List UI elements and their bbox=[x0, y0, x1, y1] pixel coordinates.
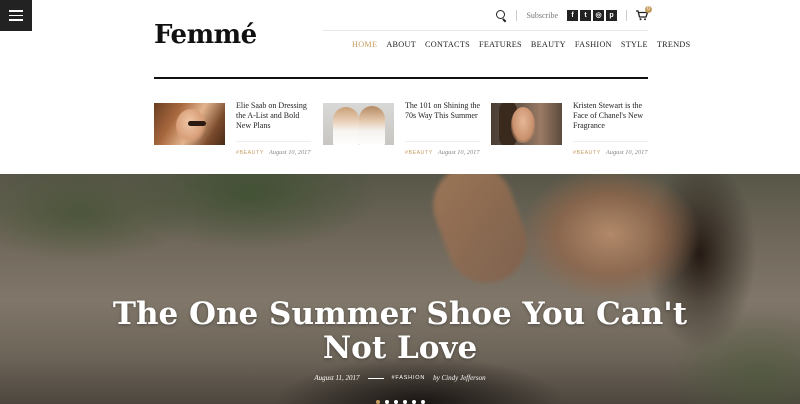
slider-dot[interactable] bbox=[420, 400, 425, 404]
post-title[interactable]: Elie Saab on Dressing the A-List and Bol… bbox=[236, 101, 314, 131]
nav-item-beauty[interactable]: BEAUTY bbox=[531, 40, 566, 49]
facebook-icon[interactable]: f bbox=[567, 9, 578, 21]
post-meta: #BEAUTY August 10, 2017 bbox=[236, 149, 311, 156]
nav-item-fashion[interactable]: FASHION bbox=[575, 40, 612, 49]
post-divider bbox=[405, 141, 480, 142]
post-tag[interactable]: #BEAUTY bbox=[405, 150, 433, 156]
post-thumbnail[interactable] bbox=[491, 103, 562, 145]
post-divider bbox=[236, 141, 311, 142]
nav-item-contacts[interactable]: CONTACTS bbox=[425, 40, 470, 49]
post-title[interactable]: The 101 on Shining the 70s Way This Summ… bbox=[405, 101, 483, 121]
hero-slider[interactable]: The One Summer Shoe You Can't Not Love A… bbox=[0, 174, 800, 404]
hamburger-line bbox=[9, 10, 23, 12]
cart-count-badge: 0 bbox=[645, 5, 652, 13]
nav-item-about[interactable]: ABOUT bbox=[386, 40, 416, 49]
divider bbox=[626, 9, 627, 21]
post-meta: #BEAUTY August 10, 2017 bbox=[405, 149, 480, 156]
post-thumbnail[interactable] bbox=[154, 103, 225, 145]
top-utility-bar: Subscribe f t ◎ p 0 bbox=[496, 5, 652, 21]
hero-tag[interactable]: #FASHION bbox=[392, 375, 426, 381]
featured-post: The 101 on Shining the 70s Way This Summ… bbox=[323, 101, 483, 157]
social-links: f t ◎ p bbox=[567, 9, 617, 21]
nav-divider bbox=[323, 30, 648, 31]
main-nav: HOME ABOUT CONTACTS FEATURES BEAUTY FASH… bbox=[352, 40, 691, 49]
post-date: August 10, 2017 bbox=[268, 149, 311, 156]
post-thumbnail[interactable] bbox=[323, 103, 394, 145]
hero-overlay bbox=[0, 174, 800, 404]
instagram-icon[interactable]: ◎ bbox=[593, 9, 604, 21]
nav-item-trends[interactable]: TRENDS bbox=[657, 40, 691, 49]
hamburger-line bbox=[9, 14, 23, 17]
twitter-icon[interactable]: t bbox=[580, 9, 591, 21]
hero-byline[interactable]: by Cindy Jefferson bbox=[433, 374, 486, 382]
slider-dot[interactable] bbox=[393, 400, 398, 404]
post-date: August 10, 2017 bbox=[605, 149, 648, 156]
site-logo[interactable]: Femmé bbox=[154, 20, 257, 50]
hero-title[interactable]: The One Summer Shoe You Can't Not Love bbox=[0, 297, 800, 365]
post-tag[interactable]: #BEAUTY bbox=[573, 150, 601, 156]
slider-pagination bbox=[0, 400, 800, 404]
slider-dot[interactable] bbox=[402, 400, 407, 404]
nav-item-home[interactable]: HOME bbox=[352, 40, 377, 49]
header-rule bbox=[154, 77, 648, 79]
menu-toggle-button[interactable] bbox=[0, 0, 32, 31]
featured-post: Kristen Stewart is the Face of Chanel's … bbox=[491, 101, 651, 157]
post-date: August 10, 2017 bbox=[437, 149, 480, 156]
post-title[interactable]: Kristen Stewart is the Face of Chanel's … bbox=[573, 101, 651, 131]
nav-item-style[interactable]: STYLE bbox=[621, 40, 648, 49]
hero-meta: August 11, 2017 #FASHION by Cindy Jeffer… bbox=[0, 374, 800, 382]
post-divider bbox=[573, 141, 648, 142]
hero-title-line: Not Love bbox=[322, 330, 478, 366]
hero-date: August 11, 2017 bbox=[314, 374, 360, 382]
pinterest-icon[interactable]: p bbox=[606, 9, 617, 21]
post-meta: #BEAUTY August 10, 2017 bbox=[573, 149, 648, 156]
post-tag[interactable]: #BEAUTY bbox=[236, 150, 264, 156]
slider-dot[interactable] bbox=[384, 400, 389, 404]
nav-item-features[interactable]: FEATURES bbox=[479, 40, 522, 49]
meta-divider bbox=[367, 377, 384, 379]
cart-icon[interactable]: 0 bbox=[636, 5, 652, 21]
hamburger-line bbox=[9, 19, 23, 21]
hero-title-line: The One Summer Shoe You Can't bbox=[112, 296, 688, 332]
divider bbox=[516, 9, 518, 21]
subscribe-link[interactable]: Subscribe bbox=[526, 11, 558, 20]
featured-post: Elie Saab on Dressing the A-List and Bol… bbox=[154, 101, 314, 157]
slider-dot[interactable] bbox=[375, 400, 380, 404]
slider-dot[interactable] bbox=[411, 400, 416, 404]
search-icon[interactable] bbox=[496, 9, 507, 21]
